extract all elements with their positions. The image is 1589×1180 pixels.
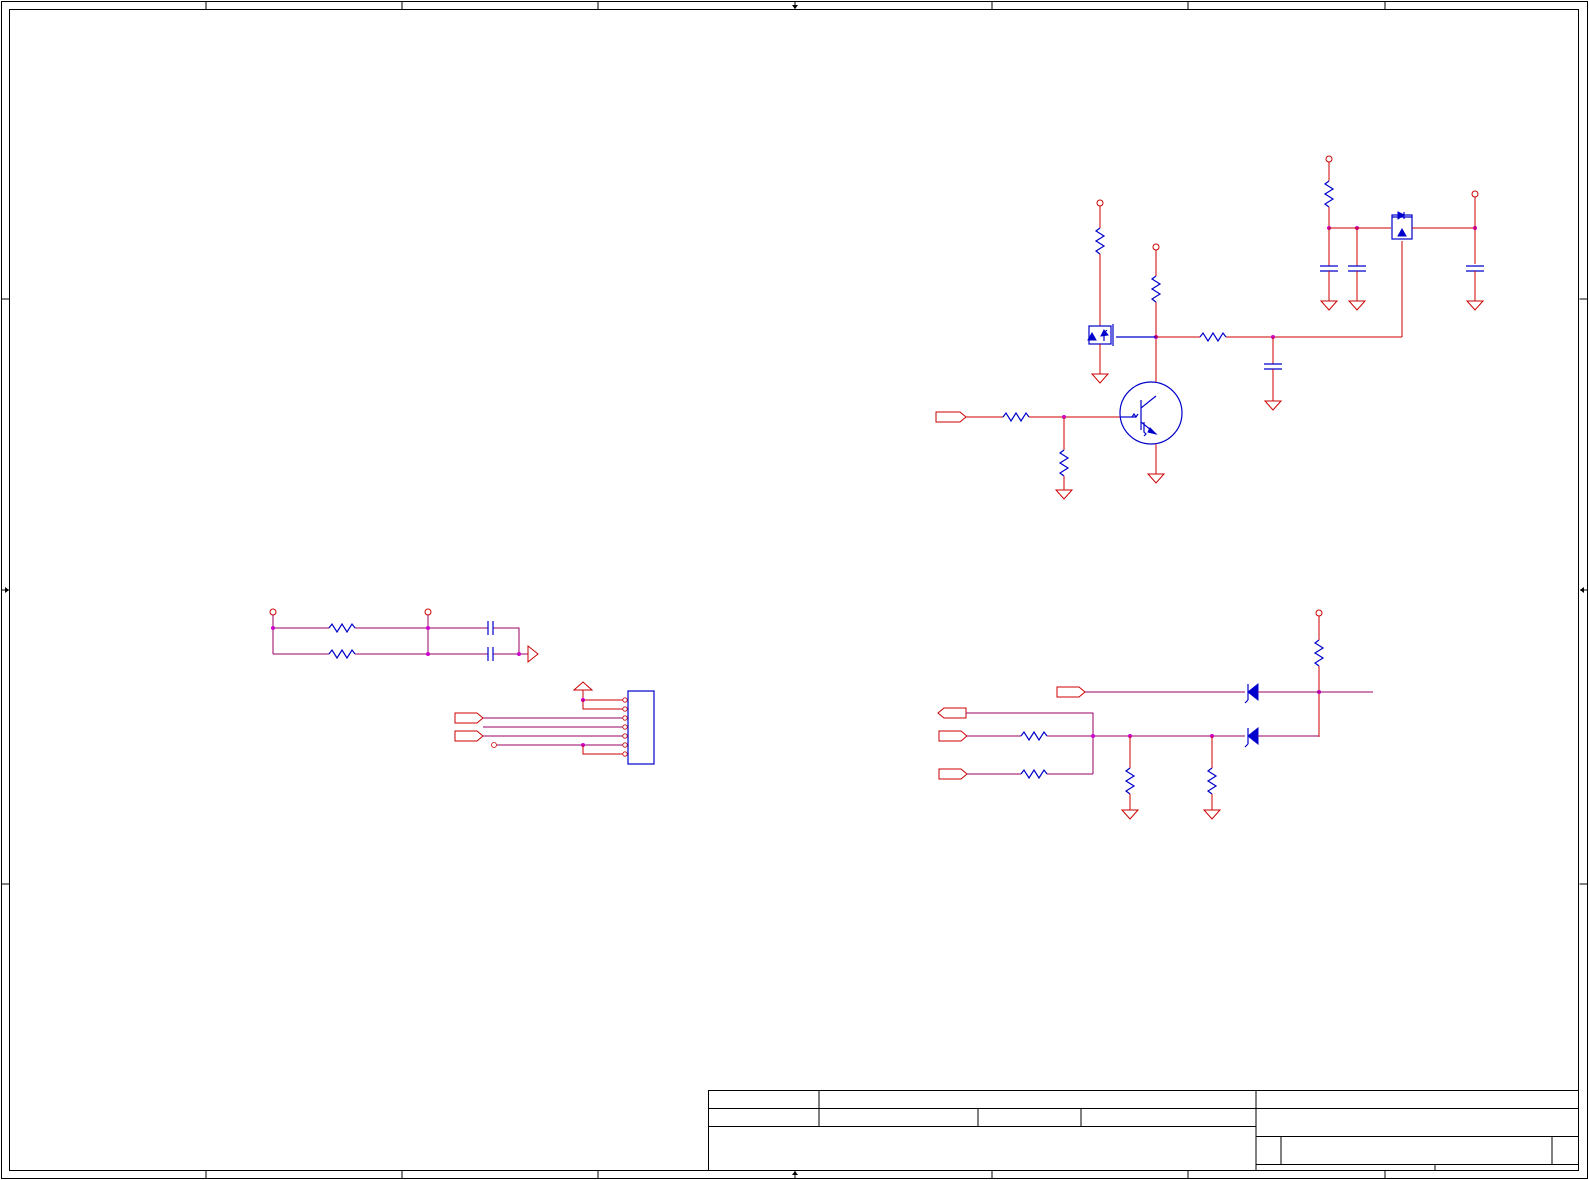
capacitor-output[interactable] [1466, 265, 1484, 272]
resistor-pullup-protect[interactable] [1314, 639, 1324, 667]
net-port-protect-in[interactable] [1056, 686, 1086, 698]
ground-symbol [1320, 300, 1338, 311]
ground-symbol [1121, 809, 1139, 820]
connector-header[interactable] [627, 690, 655, 765]
title-block [708, 1090, 1579, 1171]
ground-symbol [1348, 300, 1366, 311]
diode-protection-circuit [937, 609, 1373, 820]
power-symbol [424, 608, 432, 616]
net-port-protect-out[interactable] [937, 707, 967, 719]
capacitor-input-1[interactable] [1320, 265, 1338, 272]
net-port-protect-a[interactable] [938, 730, 968, 742]
schematic-sheet [1, 1, 1588, 1179]
ground-symbol [1203, 809, 1221, 820]
p-mosfet-load-switch[interactable] [1391, 211, 1413, 240]
capacitor-filter[interactable] [1264, 363, 1282, 370]
p-mosfet-left[interactable] [1087, 324, 1156, 346]
power-symbol [1315, 609, 1323, 617]
center-mark-top [792, 2, 798, 9]
junction [426, 626, 430, 630]
ground-symbol [1466, 300, 1484, 311]
connector-block [454, 681, 655, 765]
net-port-input[interactable] [935, 411, 967, 423]
power-symbol [1325, 155, 1333, 163]
capacitor-rc-bottom[interactable] [487, 647, 494, 661]
net-port-connector-1[interactable] [454, 712, 484, 724]
resistor-series-a[interactable] [1020, 731, 1048, 741]
resistor-collector-pullup[interactable] [1151, 275, 1161, 303]
zener-diode-1[interactable] [1244, 682, 1259, 704]
power-symbol [1152, 243, 1160, 251]
capacitor-rc-top[interactable] [487, 621, 494, 635]
ground-symbol [527, 644, 539, 664]
net-port-connector-2[interactable] [454, 730, 484, 742]
resistor-base-series[interactable] [1002, 412, 1030, 422]
junction [271, 626, 275, 630]
net-port-protect-b[interactable] [938, 768, 968, 780]
center-mark-right [1580, 587, 1587, 593]
resistor-series-b[interactable] [1020, 769, 1048, 779]
resistor-rc-bottom[interactable] [328, 649, 356, 659]
center-mark-bottom [792, 1171, 798, 1178]
resistor-gate-pullup[interactable] [1095, 227, 1105, 255]
resistor-filter[interactable] [1199, 332, 1227, 342]
ground-symbol [1091, 373, 1109, 384]
junction [426, 652, 430, 656]
ground-symbol [1147, 473, 1165, 484]
resistor-pulldown-a[interactable] [1125, 767, 1135, 795]
resistor-pulldown-b[interactable] [1207, 767, 1217, 795]
ground-symbol [1055, 489, 1073, 500]
center-mark-left [2, 587, 9, 593]
connector-pins [622, 697, 628, 757]
rc-network [269, 608, 539, 664]
junction [517, 652, 521, 656]
ground-symbol [572, 681, 594, 691]
no-connect-pin [491, 742, 497, 748]
power-symbol [1096, 199, 1104, 207]
zener-diode-2[interactable] [1244, 726, 1259, 748]
power-switch-circuit [935, 155, 1484, 500]
drawing-frame [1, 1, 1588, 1179]
capacitor-input-2[interactable] [1348, 265, 1366, 272]
npn-transistor[interactable] [1119, 381, 1183, 445]
power-symbol [269, 608, 277, 616]
resistor-input[interactable] [1324, 180, 1334, 208]
ground-symbol [1264, 400, 1282, 411]
resistor-rc-top[interactable] [328, 623, 356, 633]
power-symbol [1471, 190, 1479, 198]
resistor-base-pulldown[interactable] [1059, 449, 1069, 477]
junction [1091, 734, 1095, 738]
